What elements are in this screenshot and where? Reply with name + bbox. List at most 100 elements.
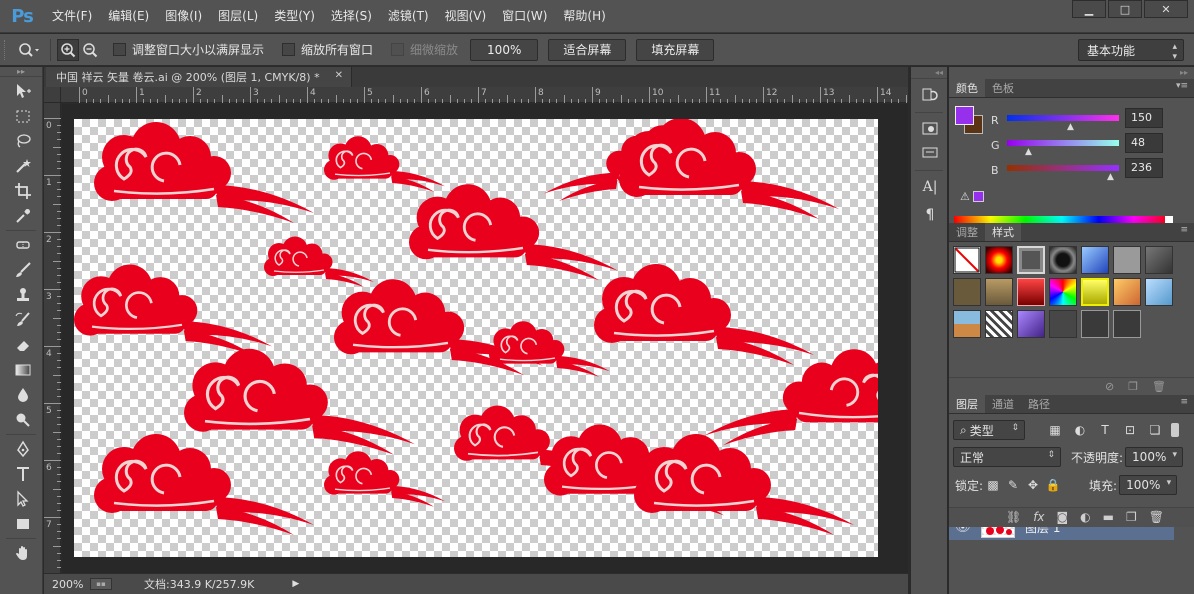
crop-tool-icon[interactable] [9, 180, 37, 202]
scrubby-zoom-checkbox[interactable]: 细微缩放 [391, 41, 458, 58]
close-icon[interactable]: ✕ [335, 70, 343, 81]
blur-tool-icon[interactable] [9, 384, 37, 406]
panel-menu-icon[interactable]: ▾≡ [1176, 81, 1188, 91]
vertical-ruler[interactable]: 0 1 2 3 4 5 6 7 [44, 103, 61, 573]
tab-swatches[interactable]: 色板 [985, 79, 1021, 97]
filter-shape-icon[interactable]: ⊡ [1120, 420, 1140, 440]
rectangle-tool-icon[interactable] [9, 513, 37, 535]
delete-style-icon[interactable]: 🗑 [1152, 380, 1166, 393]
new-group-icon[interactable]: ▬ [1103, 510, 1114, 524]
blend-mode-select[interactable]: 正常 ⇕ [953, 447, 1061, 467]
blue-value-input[interactable]: 236 [1125, 158, 1163, 178]
menu-file[interactable]: 文件(F) [44, 0, 100, 33]
green-slider-thumb[interactable]: ▲ [1025, 147, 1032, 157]
foreground-color-swatch[interactable] [955, 106, 974, 125]
fill-input[interactable]: 100% ▾ [1119, 475, 1178, 495]
eraser-tool-icon[interactable] [9, 334, 37, 356]
style-swatch[interactable] [1081, 278, 1109, 306]
tab-paths[interactable]: 路径 [1021, 395, 1057, 413]
horizontal-ruler[interactable]: 0 1 2 3 4 5 6 7 8 9 10 11 12 13 14 [61, 87, 908, 103]
style-swatch[interactable] [1017, 310, 1045, 338]
out-of-gamut-warning-icon[interactable]: ⚠ [960, 190, 970, 203]
tab-adjustments[interactable]: 调整 [949, 223, 985, 241]
history-brush-tool-icon[interactable] [9, 309, 37, 331]
filter-smart-object-icon[interactable]: ❏ [1145, 420, 1165, 440]
new-style-icon[interactable]: ❐ [1128, 380, 1138, 393]
style-swatch[interactable] [953, 278, 981, 306]
checkbox-box[interactable] [391, 43, 405, 56]
chevron-down-icon[interactable]: ▾ [1173, 450, 1178, 460]
history-panel-icon[interactable] [916, 83, 944, 107]
document-tab[interactable]: 中国 祥云 矢量 卷云.ai @ 200% (图层 1, CMYK/8) * ✕ [46, 67, 352, 87]
gamut-correction-swatch[interactable] [973, 191, 984, 202]
layer-style-fx-icon[interactable]: fx [1033, 510, 1044, 524]
blue-slider[interactable] [1007, 165, 1119, 171]
zoom-tool-preset-icon[interactable] [14, 39, 44, 61]
menu-help[interactable]: 帮助(H) [555, 0, 613, 33]
filter-pixel-icon[interactable]: ▦ [1045, 420, 1065, 440]
healing-brush-tool-icon[interactable] [9, 234, 37, 256]
maximize-button[interactable]: □ [1108, 0, 1142, 18]
move-tool-icon[interactable] [9, 80, 37, 102]
link-layers-icon[interactable]: ⛓ [1006, 510, 1021, 524]
style-swatch[interactable] [953, 310, 981, 338]
paragraph-panel-icon[interactable]: ¶ [916, 203, 944, 227]
delete-layer-icon[interactable]: 🗑 [1149, 510, 1164, 524]
minimize-button[interactable]: ▁ [1072, 0, 1106, 18]
green-slider[interactable] [1007, 140, 1119, 146]
style-swatch[interactable] [1017, 246, 1045, 274]
layer-filter-select[interactable]: ⌕ 类型 ⇕ [953, 420, 1025, 440]
filter-toggle-icon[interactable] [1171, 423, 1179, 437]
style-swatch[interactable] [985, 246, 1013, 274]
zoom-in-icon[interactable] [57, 38, 79, 61]
adjustment-layer-icon[interactable]: ◐ [1080, 510, 1090, 524]
resize-windows-checkbox[interactable]: 调整窗口大小以满屏显示 [113, 41, 264, 58]
canvas-area[interactable] [62, 104, 908, 573]
style-swatch[interactable] [1049, 246, 1077, 274]
info-panel-icon[interactable] [916, 141, 944, 165]
style-swatch[interactable] [1113, 278, 1141, 306]
panel-grip[interactable]: ▸▸ [949, 67, 1194, 79]
new-layer-icon[interactable]: ❐ [1126, 510, 1137, 524]
style-swatch[interactable] [1145, 278, 1173, 306]
lock-transparency-icon[interactable]: ▩ [983, 475, 1003, 495]
chevron-down-icon[interactable]: ▾ [1167, 478, 1172, 488]
toolbox-grip[interactable]: ▸▸ [0, 67, 42, 77]
tab-styles[interactable]: 样式 [985, 223, 1021, 241]
green-value-input[interactable]: 48 [1125, 133, 1163, 153]
status-preview-icon[interactable]: ▪▪ [90, 578, 112, 590]
tab-channels[interactable]: 通道 [985, 395, 1021, 413]
zoom-out-icon[interactable] [79, 39, 101, 61]
hand-tool-icon[interactable] [9, 542, 37, 564]
magic-wand-tool-icon[interactable] [9, 155, 37, 177]
close-button[interactable]: ✕ [1144, 0, 1188, 18]
ruler-origin[interactable] [44, 87, 61, 103]
navigator-panel-icon[interactable] [916, 117, 944, 141]
options-grip[interactable] [4, 39, 14, 60]
pen-tool-icon[interactable] [9, 438, 37, 460]
eyedropper-tool-icon[interactable] [9, 205, 37, 227]
menu-type[interactable]: 类型(Y) [266, 0, 323, 33]
panel-menu-icon[interactable]: ≡ [1180, 397, 1188, 407]
marquee-tool-icon[interactable] [9, 105, 37, 127]
type-tool-icon[interactable] [9, 463, 37, 485]
lock-position-icon[interactable]: ✥ [1023, 475, 1043, 495]
style-swatch[interactable] [1049, 278, 1077, 306]
menu-select[interactable]: 选择(S) [323, 0, 380, 33]
zoom-level-field[interactable]: 200% [44, 578, 90, 591]
tab-layers[interactable]: 图层 [949, 395, 985, 413]
menu-image[interactable]: 图像(I) [157, 0, 210, 33]
menu-layer[interactable]: 图层(L) [210, 0, 266, 33]
style-swatch[interactable] [1113, 310, 1141, 338]
gradient-tool-icon[interactable] [9, 359, 37, 381]
lasso-tool-icon[interactable] [9, 130, 37, 152]
lock-pixels-icon[interactable]: ✎ [1003, 475, 1023, 495]
blue-slider-thumb[interactable]: ▲ [1107, 172, 1114, 182]
style-swatch[interactable] [1081, 310, 1109, 338]
opacity-input[interactable]: 100% ▾ [1125, 447, 1184, 467]
style-swatch[interactable] [1145, 246, 1173, 274]
checkbox-box[interactable] [113, 43, 126, 56]
character-panel-icon[interactable]: A| [916, 175, 944, 199]
style-swatch[interactable] [1049, 310, 1077, 338]
lock-all-icon[interactable]: 🔒 [1043, 475, 1063, 495]
